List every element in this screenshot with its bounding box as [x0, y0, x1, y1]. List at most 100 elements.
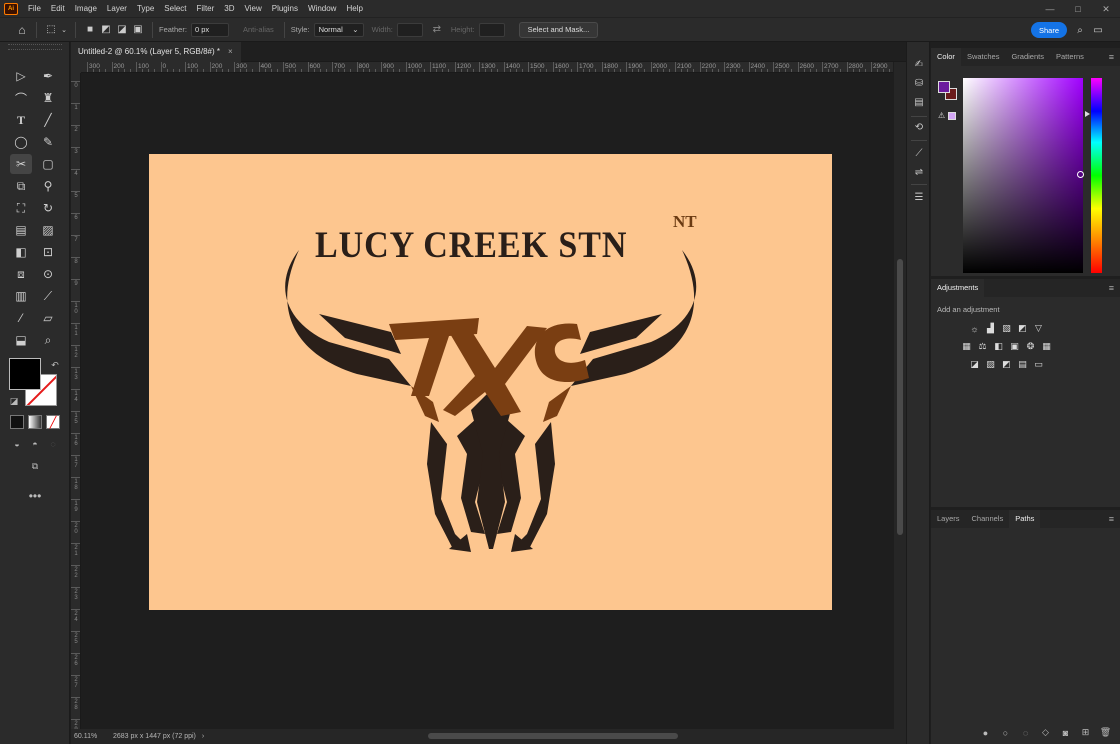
move-icon[interactable]: ▷	[10, 66, 32, 86]
screen-mode-icon[interactable]: ⧉	[24, 459, 46, 473]
eyedropper-icon[interactable]: ⟋	[37, 286, 59, 306]
menu-type[interactable]: Type	[132, 0, 159, 18]
tab-gradients[interactable]: Gradients	[1005, 48, 1050, 66]
menu-filter[interactable]: Filter	[192, 0, 220, 18]
exposure-icon[interactable]: ◩	[1016, 322, 1029, 335]
menu-window[interactable]: Window	[303, 0, 341, 18]
panel-menu-icon[interactable]: ≡	[1109, 515, 1114, 524]
posterize-icon[interactable]: ▨	[984, 358, 997, 371]
swap-colors-icon[interactable]: ↶	[48, 358, 62, 372]
comments-icon[interactable]: ▤	[911, 94, 927, 110]
warp-icon[interactable]: ⚲	[37, 176, 59, 196]
load-selection-icon[interactable]: ◌	[1019, 726, 1032, 739]
close-icon[interactable]: ×	[228, 42, 233, 62]
width-input[interactable]	[396, 22, 423, 37]
draw-inside-icon[interactable]: ◌	[46, 437, 60, 451]
black-white-icon[interactable]: ◧	[992, 340, 1005, 353]
brush-icon[interactable]: ◧	[10, 242, 32, 262]
foreground-color-mini[interactable]	[938, 81, 950, 93]
extrude-icon[interactable]: ⬓	[10, 330, 32, 350]
zoom-icon[interactable]: ⌕	[37, 330, 59, 350]
height-input[interactable]	[478, 22, 505, 37]
color-balance-icon[interactable]: ⚖	[976, 340, 989, 353]
normal-mode-icon[interactable]	[10, 415, 24, 429]
patch-icon[interactable]: ⊡	[37, 242, 59, 262]
pencil-icon[interactable]: ✎	[37, 132, 59, 152]
hue-slider[interactable]	[1091, 78, 1102, 273]
menu-edit[interactable]: Edit	[46, 0, 70, 18]
tab-layers[interactable]: Layers	[931, 510, 966, 528]
menu-layer[interactable]: Layer	[102, 0, 132, 18]
default-colors-icon[interactable]: ◪	[7, 394, 21, 408]
gradient-icon[interactable]: ▤	[10, 220, 32, 240]
properties-icon[interactable]: ⇌	[911, 164, 927, 180]
select-and-mask-button[interactable]: Select and Mask...	[518, 21, 599, 38]
menu-help[interactable]: Help	[341, 0, 367, 18]
levels-icon[interactable]: ▟	[984, 322, 997, 335]
fill-path-icon[interactable]: ●	[979, 726, 992, 739]
eraser-icon[interactable]: ▨	[37, 220, 59, 240]
selective-color-icon[interactable]: ▤	[1016, 358, 1029, 371]
history-icon[interactable]: ⟲	[911, 119, 927, 135]
histogram-icon[interactable]: ▥	[10, 286, 32, 306]
tab-color[interactable]: Color	[931, 48, 961, 66]
artboard[interactable]: LUCY CREEK STN NT	[149, 154, 832, 610]
edit-icon[interactable]: ▱	[37, 308, 59, 328]
scroll-thumb[interactable]	[897, 259, 903, 535]
more-icon[interactable]: •••	[26, 489, 44, 503]
chevron-down-icon[interactable]: ⌄	[59, 22, 69, 38]
vertical-scrollbar[interactable]	[894, 62, 906, 729]
horizontal-scrollbar[interactable]	[228, 729, 906, 744]
workspace-icon[interactable]: ▭	[1090, 22, 1106, 38]
panel-grip[interactable]	[8, 44, 62, 50]
menu-plugins[interactable]: Plugins	[267, 0, 303, 18]
tab-paths[interactable]: Paths	[1009, 510, 1041, 528]
make-path-icon[interactable]: ◇	[1039, 726, 1052, 739]
gamut-swatch[interactable]	[948, 112, 956, 120]
subtract-selection-icon[interactable]: ◪	[114, 22, 130, 38]
draw-behind-icon[interactable]: ◓	[28, 437, 42, 451]
line-icon[interactable]: ╱	[37, 110, 59, 130]
libraries-icon[interactable]: ⛁	[911, 75, 927, 91]
color-field[interactable]	[963, 78, 1084, 273]
scissors-icon[interactable]: ✂	[10, 154, 32, 174]
photo-filter-icon[interactable]: ▣	[1008, 340, 1021, 353]
adjust-icon[interactable]: ☰	[911, 189, 927, 205]
document-tab[interactable]: Untitled-2 @ 60.1% (Layer 5, RGB/8#) * ×	[71, 42, 241, 62]
horizontal-ruler[interactable]: 300 200 100 0 100 200 300 400 500 600 700 800 900 100…	[81, 62, 893, 73]
learn-icon[interactable]: ✍	[911, 56, 927, 72]
curvature-icon[interactable]: ⌒	[10, 88, 32, 108]
channel-mixer-icon[interactable]: ❂	[1024, 340, 1037, 353]
menu-view[interactable]: View	[240, 0, 267, 18]
tab-channels[interactable]: Channels	[966, 510, 1010, 528]
brush-settings-icon[interactable]: ⟋	[911, 145, 927, 161]
panel-menu-icon[interactable]: ≡	[1109, 53, 1114, 62]
panel-menu-icon[interactable]: ≡	[1109, 284, 1114, 293]
rectangle-icon[interactable]: ▢	[37, 154, 59, 174]
style-select[interactable]: Normal ⌄	[313, 22, 364, 37]
menu-image[interactable]: Image	[70, 0, 102, 18]
pen-icon[interactable]: ✒	[37, 66, 59, 86]
no-fill-icon[interactable]: ╱	[46, 415, 60, 429]
close-window-button[interactable]: ✕	[1092, 0, 1120, 18]
gradient-map-icon[interactable]: ▭	[1032, 358, 1045, 371]
quick-mask-icon[interactable]	[28, 415, 42, 429]
anti-alias-checkbox[interactable]: Anti-alias	[243, 25, 274, 34]
color-sampler-icon[interactable]: ⁄	[10, 308, 32, 328]
share-button[interactable]: Share	[1031, 22, 1067, 38]
invert-icon[interactable]: ◪	[968, 358, 981, 371]
menu-select[interactable]: Select	[159, 0, 191, 18]
paths-list[interactable]	[931, 528, 1120, 721]
foreground-color-swatch[interactable]	[9, 358, 41, 390]
marquee-tool-icon[interactable]: ⬚	[43, 22, 59, 38]
home-icon[interactable]: ⌂	[14, 22, 30, 38]
camera-icon[interactable]: ⊙	[37, 264, 59, 284]
crop-icon[interactable]: ⧉	[10, 176, 32, 196]
perspective-icon[interactable]: ⛶	[10, 198, 32, 218]
color-lookup-icon[interactable]: ▦	[1040, 340, 1053, 353]
add-selection-icon[interactable]: ◩	[98, 22, 114, 38]
tab-adjustments[interactable]: Adjustments	[931, 279, 985, 297]
menu-file[interactable]: File	[23, 0, 46, 18]
menu-3d[interactable]: 3D	[219, 0, 239, 18]
search-icon[interactable]: ⌕	[1072, 22, 1088, 38]
